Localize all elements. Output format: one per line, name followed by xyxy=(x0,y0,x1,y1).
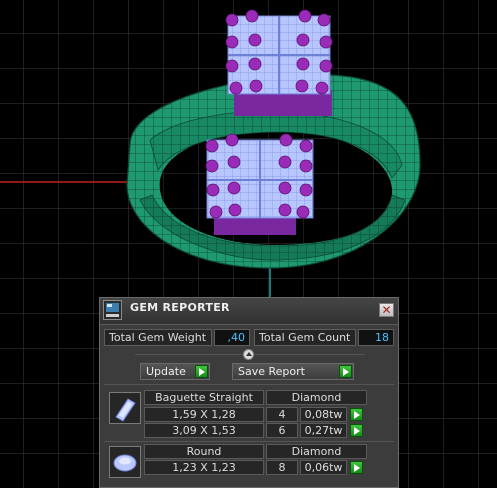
play-arrow-icon xyxy=(339,365,352,378)
gem-count-cell: 4 xyxy=(266,407,298,422)
collapse-toggle-icon[interactable] xyxy=(243,349,254,360)
gem-size-cell: 3,09 X 1,53 xyxy=(144,423,264,438)
save-report-button[interactable]: Save Report xyxy=(232,363,354,380)
gem-reporter-panel: GEM REPORTER ✕ Total Gem Weight ,40 Tota… xyxy=(99,297,399,488)
save-report-button-label: Save Report xyxy=(238,365,305,378)
gem-shape-header: Baguette Straight xyxy=(144,390,264,405)
gem-shape-header: Round xyxy=(144,444,264,459)
total-gem-weight-value: ,40 xyxy=(214,329,250,346)
gem-size-cell: 1,23 X 1,23 xyxy=(144,460,264,475)
gem-weight-cell: 0,27tw xyxy=(300,423,347,438)
gem-count-cell: 6 xyxy=(266,423,298,438)
update-button-label: Update xyxy=(146,365,186,378)
gem-reporter-logo-icon xyxy=(103,300,122,320)
baguette-gem-icon xyxy=(109,392,141,424)
panel-divider xyxy=(104,384,394,385)
panel-title: GEM REPORTER xyxy=(130,301,230,314)
round-gem-icon xyxy=(109,446,141,478)
gem-weight-cell: 0,08tw xyxy=(300,407,347,422)
select-row-arrow-icon[interactable] xyxy=(350,424,363,437)
gem-size-cell: 1,59 X 1,28 xyxy=(144,407,264,422)
close-icon[interactable]: ✕ xyxy=(379,303,394,317)
top-gem-setting[interactable] xyxy=(225,9,333,116)
update-button[interactable]: Update xyxy=(140,363,210,380)
total-gem-count-value: 18 xyxy=(358,329,394,346)
select-row-arrow-icon[interactable] xyxy=(350,461,363,474)
panel-titlebar[interactable]: GEM REPORTER ✕ xyxy=(100,298,398,325)
play-arrow-icon xyxy=(195,365,208,378)
gem-material-header: Diamond xyxy=(266,444,367,459)
total-gem-count-label: Total Gem Count xyxy=(254,329,356,346)
panel-divider xyxy=(104,441,394,442)
gem-material-header: Diamond xyxy=(266,390,367,405)
gem-count-cell: 8 xyxy=(266,460,298,475)
total-gem-weight-label: Total Gem Weight xyxy=(104,329,212,346)
select-row-arrow-icon[interactable] xyxy=(350,408,363,421)
gem-weight-cell: 0,06tw xyxy=(300,460,347,475)
